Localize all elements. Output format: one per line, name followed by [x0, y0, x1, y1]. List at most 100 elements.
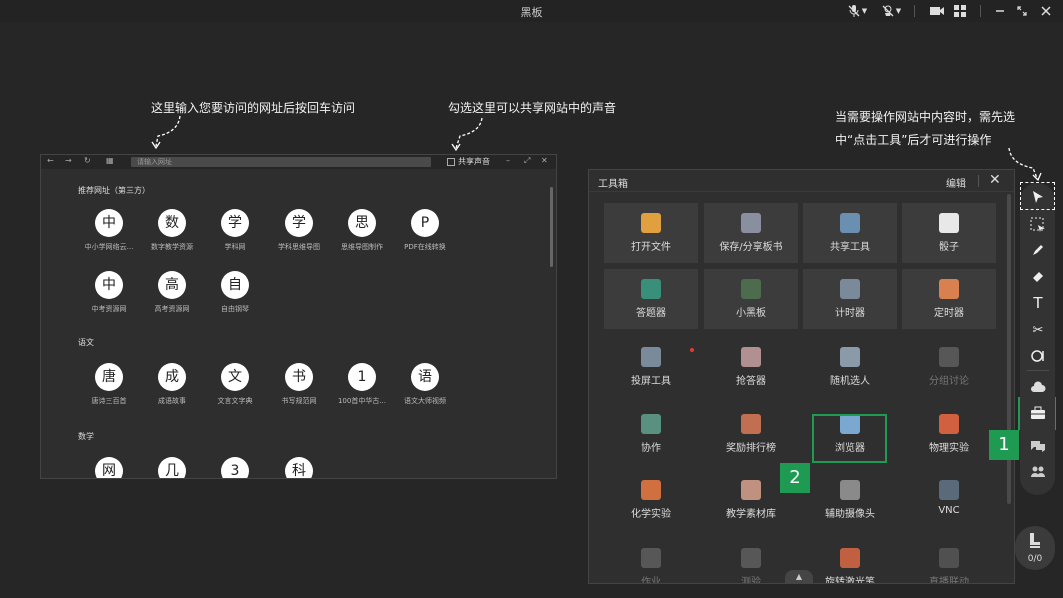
url-input[interactable]: 请输入网址 [131, 157, 431, 167]
random-pick-icon [840, 347, 860, 367]
eraser-icon[interactable] [1028, 266, 1048, 286]
site-logo: 几 [158, 457, 186, 478]
toolbox-icon[interactable] [1028, 403, 1048, 423]
site-label: 100首中华古... [337, 397, 387, 405]
vnc-icon [939, 480, 959, 500]
tool-share-screen[interactable]: 共享工具 [803, 203, 897, 263]
marquee-select-icon[interactable] [1028, 215, 1048, 235]
cloud-icon[interactable] [1028, 377, 1048, 397]
site-link[interactable]: 数数字教学资源 [137, 209, 207, 252]
site-link[interactable]: 中中考资源网 [74, 271, 144, 314]
site-link[interactable]: 3 [200, 457, 270, 478]
refresh-icon[interactable]: ↻ [84, 156, 91, 165]
dice-icon [939, 213, 959, 233]
site-link[interactable]: 1 100首中华古... [327, 363, 397, 406]
site-label: 成语故事 [158, 397, 186, 405]
pen-icon[interactable] [1028, 240, 1048, 260]
browser-close-icon[interactable]: ✕ [541, 156, 548, 165]
tool-label: 辅助摄像头 [825, 509, 875, 520]
site-link[interactable]: 文文言文字典 [200, 363, 270, 406]
tool-label: 答题器 [636, 308, 666, 319]
back-icon[interactable]: ← [47, 156, 54, 165]
browser-minimize-icon[interactable]: – [506, 156, 510, 165]
site-logo: 成 [158, 363, 186, 391]
scissors-icon[interactable]: ✂ [1028, 320, 1048, 340]
camera-icon[interactable] [928, 3, 946, 19]
tool-hourglass[interactable]: 定时器 [902, 269, 996, 329]
site-link[interactable]: 书书写规范网 [264, 363, 334, 406]
toolbox-title: 工具箱 [598, 179, 628, 190]
users-icon[interactable] [1028, 462, 1048, 482]
site-link[interactable]: 科 [264, 457, 334, 478]
mic-muted-icon[interactable]: ▼ [846, 3, 868, 19]
tool-label: 小黑板 [736, 308, 766, 319]
toolbox-collapse-button[interactable]: ▲ [785, 570, 813, 583]
student-count-button[interactable]: 0/0 [1015, 526, 1055, 570]
step-badge-1: 1 [989, 430, 1019, 460]
tool-blackboard[interactable]: 小黑板 [704, 269, 798, 329]
tool-vnc[interactable]: VNC [902, 470, 996, 530]
site-link[interactable]: 成成语故事 [137, 363, 207, 406]
tool-answer[interactable]: 答题器 [604, 269, 698, 329]
share-sound-checkbox[interactable]: 共享声音 [447, 156, 490, 167]
site-link[interactable]: 自自由钢琴 [200, 271, 270, 314]
share-sound-label: 共享声音 [458, 157, 490, 166]
tool-label: 打开文件 [631, 242, 671, 253]
browser-scrollbar[interactable] [550, 187, 553, 267]
shape-icon[interactable] [1028, 346, 1048, 366]
toolbox-header: 工具箱 编辑 ✕ [589, 170, 1014, 192]
close-icon[interactable] [1038, 3, 1054, 19]
tool-quiz[interactable]: 测验 [704, 538, 798, 583]
magnet-icon [939, 414, 959, 434]
tool-laser[interactable]: 旋转激光笔 [803, 538, 897, 583]
flask-icon [641, 480, 661, 500]
tool-live[interactable]: 直播联动 [902, 538, 996, 583]
apps-icon[interactable]: ▦ [106, 156, 114, 165]
grid-icon[interactable] [952, 3, 968, 19]
site-link[interactable]: 中中小学网络云... [74, 209, 144, 252]
section-title-chinese: 语文 [78, 338, 94, 347]
minimize-icon[interactable] [992, 3, 1008, 19]
site-link[interactable]: 高高考资源网 [137, 271, 207, 314]
chat-icon[interactable] [1028, 436, 1048, 456]
site-logo: 中 [95, 209, 123, 237]
tool-save[interactable]: 保存/分享板书 [704, 203, 798, 263]
toolbox-divider [978, 175, 979, 187]
tool-flask[interactable]: 化学实验 [604, 470, 698, 530]
site-logo: 科 [285, 457, 313, 478]
tool-magnet[interactable]: 物理实验 [902, 404, 996, 464]
tool-dice[interactable]: 骰子 [902, 203, 996, 263]
toolbox-edit-button[interactable]: 编辑 [946, 175, 966, 190]
pointer-icon[interactable] [1028, 187, 1048, 207]
toolbox-close-button[interactable]: ✕ [989, 172, 1001, 188]
checkbox-icon[interactable] [447, 157, 455, 166]
material-icon [741, 480, 761, 500]
tool-group[interactable]: 分组讨论 [902, 337, 996, 397]
tool-cast[interactable]: 投屏工具 [604, 337, 698, 397]
share-screen-icon [840, 213, 860, 233]
student-count: 0/0 [1027, 554, 1043, 564]
site-link[interactable]: 学学科思维导图 [264, 209, 334, 252]
site-logo: 语 [411, 363, 439, 391]
site-link[interactable]: P PDF在线转换 [390, 209, 460, 252]
tool-webcam[interactable]: 辅助摄像头 [803, 470, 897, 530]
site-link[interactable]: 思思维导图制作 [327, 209, 397, 252]
tool-homework[interactable]: 作业 [604, 538, 698, 583]
site-link[interactable]: 几 [137, 457, 207, 478]
speaker-muted-icon[interactable]: ▼ [878, 3, 904, 19]
tool-buzzer[interactable]: 抢答器 [704, 337, 798, 397]
tool-leaderboard[interactable]: 奖励排行榜 [704, 404, 798, 464]
forward-icon[interactable]: → [65, 156, 72, 165]
tool-timer[interactable]: 计时器 [803, 269, 897, 329]
site-label: 学科思维导图 [278, 243, 320, 251]
tool-folder[interactable]: 打开文件 [604, 203, 698, 263]
browser-maximize-icon[interactable]: ⤢ [524, 156, 530, 166]
site-link[interactable]: 网 [74, 457, 144, 478]
site-link[interactable]: 语语文大师视频 [390, 363, 460, 406]
text-icon[interactable]: T [1028, 293, 1048, 313]
restore-icon[interactable] [1014, 3, 1030, 19]
site-link[interactable]: 唐唐诗三百首 [74, 363, 144, 406]
site-link[interactable]: 学学科网 [200, 209, 270, 252]
tool-collab[interactable]: 协作 [604, 404, 698, 464]
tool-random-pick[interactable]: 随机选人 [803, 337, 897, 397]
